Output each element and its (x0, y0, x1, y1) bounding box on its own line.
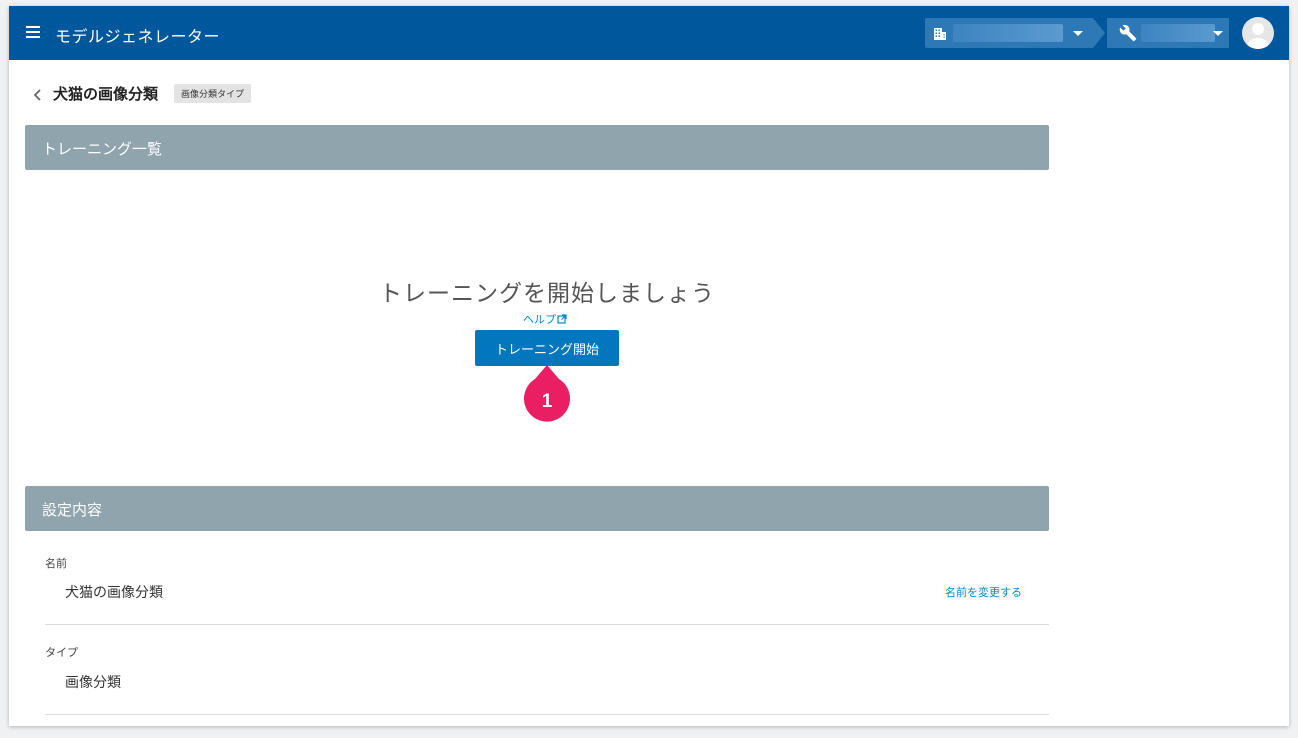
wrench-icon (1119, 24, 1137, 42)
type-badge: 画像分類タイプ (174, 84, 252, 103)
chevron-down-icon (1213, 31, 1223, 36)
app-title: モデルジェネレーター (55, 27, 221, 46)
app-window: モデルジェネレーター 犬猫の画像分類 画像分類タイプ トレーニング一覧 トレーニ… (9, 6, 1289, 726)
step-marker-number: 1 (542, 391, 553, 412)
step-marker-badge: 1 (523, 363, 571, 425)
type-field-label: タイプ (45, 646, 78, 659)
divider (45, 714, 1049, 715)
empty-state-message: トレーニングを開始しましょう (379, 281, 715, 307)
name-field-label: 名前 (45, 557, 67, 570)
top-app-bar: モデルジェネレーター (9, 6, 1289, 60)
hamburger-menu-icon[interactable] (26, 26, 40, 38)
help-link[interactable]: ヘルプ (523, 311, 567, 327)
chevron-down-icon (1073, 31, 1083, 36)
org-selector-value (953, 24, 1063, 42)
org-selector[interactable] (925, 18, 1105, 48)
training-section-header: トレーニング一覧 (25, 125, 1049, 170)
page-title-row: 犬猫の画像分類 画像分類タイプ (31, 83, 252, 104)
project-selector-value (1141, 24, 1215, 42)
page-title: 犬猫の画像分類 (53, 85, 159, 103)
settings-section-header: 設定内容 (25, 486, 1049, 531)
rename-link[interactable]: 名前を変更する (945, 584, 1022, 600)
external-link-icon (557, 314, 567, 324)
type-field-value: 画像分類 (65, 675, 121, 691)
start-training-button[interactable]: トレーニング開始 (475, 330, 619, 366)
divider (45, 624, 1049, 625)
project-selector[interactable] (1107, 18, 1229, 48)
help-link-label: ヘルプ (523, 313, 556, 326)
name-field-value: 犬猫の画像分類 (65, 585, 163, 601)
user-avatar-icon[interactable] (1242, 17, 1274, 49)
building-icon (933, 26, 947, 40)
chevron-left-icon[interactable] (31, 87, 45, 101)
